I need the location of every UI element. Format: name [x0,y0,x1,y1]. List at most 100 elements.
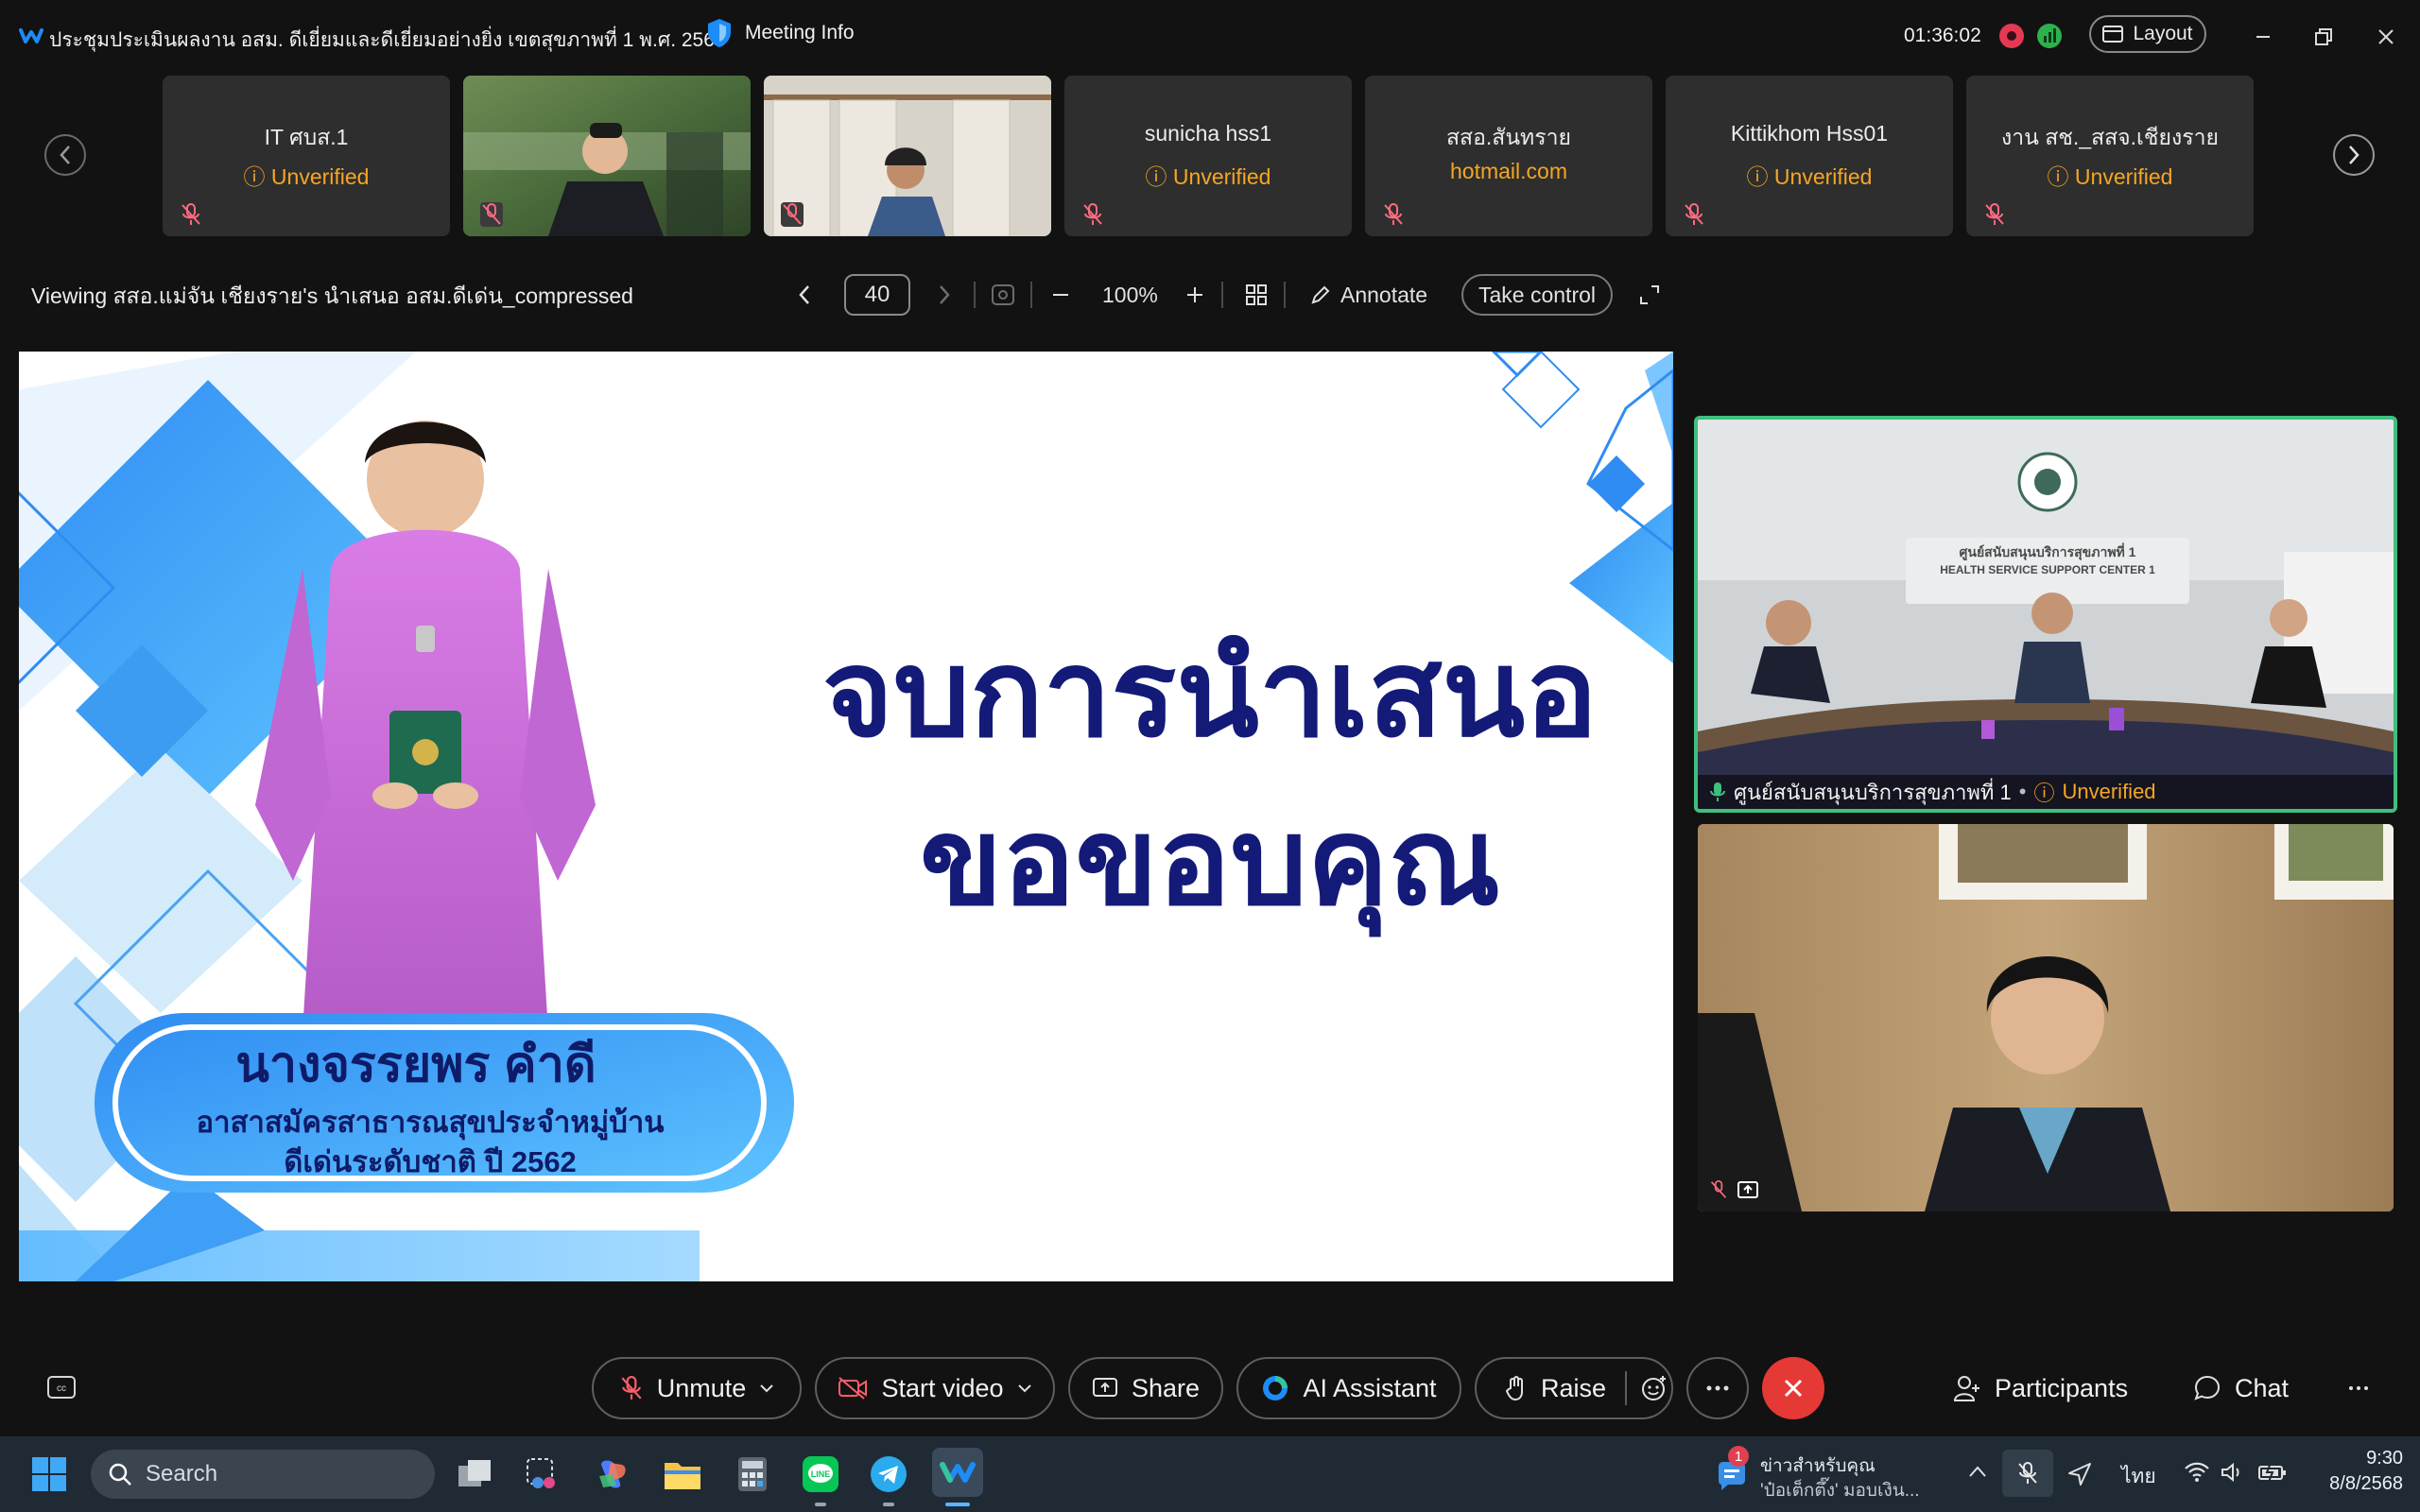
more-options-button[interactable] [1686,1357,1749,1419]
self-view-video[interactable] [1698,824,2394,1211]
chat-bubble-icon [2194,1375,2221,1400]
strip-next-button[interactable] [2333,134,2375,176]
expand-icon[interactable] [1639,274,1660,316]
prev-page-button[interactable] [798,274,811,316]
task-view-icon[interactable] [452,1452,497,1497]
snipping-tool-icon[interactable] [520,1452,565,1497]
next-page-button[interactable] [938,274,951,316]
layout-icon [2102,26,2124,43]
ai-assistant-label: AI Assistant [1303,1373,1437,1402]
closed-captions-icon[interactable]: cc [47,1376,76,1400]
input-language[interactable]: ไทย [2121,1461,2156,1492]
news-widget[interactable]: 1 ข่าวสำหรับคุณ 'ป๋อเต็กตึ๊ง' มอบเงิน... [1713,1446,1930,1503]
participants-button[interactable]: Participants [1953,1357,2128,1419]
toolbar-divider [1030,282,1032,308]
active-speaker-video[interactable]: ศูนย์สนับสนุนบริการสุขภาพที่ 1 HEALTH SE… [1694,416,2397,813]
running-indicator [883,1503,894,1506]
muted-mic-icon [182,203,200,225]
strip-prev-button[interactable] [44,134,86,176]
participants-label: Participants [1995,1373,2129,1402]
connection-stats-icon[interactable] [2036,23,2063,49]
panel-more-button[interactable] [2344,1376,2373,1400]
info-circle-icon: ⓘ [2047,164,2075,189]
unverified-status: ⓘ Unverified [1145,164,1271,189]
hand-icon [1505,1376,1523,1401]
telegram-icon[interactable] [866,1452,911,1497]
reactions-icon[interactable] [1640,1374,1668,1402]
webex-taskbar-icon[interactable] [932,1448,983,1497]
control-divider [1625,1371,1628,1405]
wifi-icon[interactable] [2184,1461,2210,1484]
layout-button[interactable]: Layout [2089,15,2206,53]
viewing-share-label: Viewing สสอ.แม่จัน เชียงราย's นำเสนอ อสม… [31,284,633,308]
share-button[interactable]: Share [1068,1357,1223,1419]
page-number-input[interactable]: 40 [844,274,910,316]
video-off-icon [838,1377,868,1400]
conference-room-feed [1698,420,2394,809]
battery-icon[interactable] [2257,1461,2288,1484]
participant-tile[interactable]: สสอ.สันทราย hotmail.com [1365,76,1652,236]
toolbar-divider [1284,282,1286,308]
calculator-icon[interactable] [730,1452,775,1497]
pointer-icon[interactable] [991,274,1015,316]
chevron-right-icon [2349,146,2360,164]
line-app-icon[interactable]: LINE [798,1452,843,1497]
participant-video-tile[interactable] [764,76,1051,236]
muted-mic-icon [1083,203,1102,225]
participant-name: งาน สช._สสจ.เชียงราย [2001,125,2219,149]
close-window-icon[interactable] [2369,21,2403,53]
windows-start-icon[interactable] [26,1452,72,1497]
chevron-down-icon[interactable] [1017,1383,1032,1393]
volume-icon[interactable] [2220,1461,2246,1484]
raise-hand-button[interactable]: Raise [1475,1357,1673,1419]
shield-icon [705,17,734,49]
recording-icon[interactable] [1998,23,2025,49]
file-explorer-icon[interactable] [660,1452,705,1497]
chevron-left-icon [60,146,70,164]
tray-mic-muted-button[interactable] [2002,1450,2053,1497]
participant-tile[interactable]: sunicha hss1 ⓘ Unverified [1064,76,1352,236]
start-video-button[interactable]: Start video [815,1357,1055,1419]
person-award-text: ดีเด่นระดับชาติ ปี 2562 [284,1145,577,1178]
zoom-in-icon[interactable] [1185,274,1204,316]
muted-mic-icon [1384,203,1403,225]
participant-tile[interactable]: งาน สช._สสจ.เชียงราย ⓘ Unverified [1966,76,2254,236]
leave-meeting-button[interactable] [1762,1357,1824,1419]
unmute-label: Unmute [656,1373,747,1402]
participant-tile[interactable]: Kittikhom Hss01 ⓘ Unverified [1666,76,1953,236]
muted-mic-icon [621,1376,642,1400]
chevron-right-icon [940,285,950,304]
close-icon [1784,1379,1803,1398]
chat-button[interactable]: Chat [2193,1357,2289,1419]
annotate-button[interactable]: Annotate [1310,274,1427,316]
participant-name: Kittikhom Hss01 [1730,121,1889,146]
sharing-icon [1737,1181,1758,1200]
participant-email-domain: hotmail.com [1450,159,1567,183]
minimize-icon[interactable] [2246,21,2280,53]
chat-label: Chat [2235,1373,2290,1402]
room-sign-text: ศูนย์สนับสนุนบริการสุขภาพที่ 1 HEALTH SE… [1910,542,2186,576]
thumbnails-grid-icon[interactable] [1246,274,1267,316]
unverified-status: ⓘ Unverified [243,164,370,189]
toolbar-divider [974,282,976,308]
chevron-down-icon[interactable] [759,1383,774,1393]
copilot-icon[interactable] [590,1452,635,1497]
muted-mic-icon [480,202,503,227]
taskbar-clock[interactable]: 9:30 8/8/2568 [2299,1448,2403,1495]
take-control-button[interactable]: Take control [1461,274,1614,316]
search-placeholder: Search [146,1461,218,1486]
page-number-value: 40 [864,282,890,307]
zoom-out-icon[interactable] [1051,274,1070,316]
ai-assistant-button[interactable]: AI Assistant [1236,1357,1461,1419]
clock-date: 8/8/2568 [2329,1473,2403,1494]
restore-icon[interactable] [2307,21,2341,53]
meeting-info-button[interactable]: Meeting Info [705,17,855,49]
muted-mic-icon [1685,203,1703,225]
chevron-up-icon[interactable] [1968,1465,1987,1478]
unmute-button[interactable]: Unmute [592,1357,802,1419]
participant-tile[interactable]: IT ศบส.1 ⓘ Unverified [163,76,450,236]
taskbar-search-box[interactable]: Search [91,1450,435,1499]
location-arrow-icon[interactable] [2066,1461,2093,1487]
slide-heading-line1: จบการนำเสนอ [822,627,1598,762]
participant-video-tile[interactable] [463,76,751,236]
